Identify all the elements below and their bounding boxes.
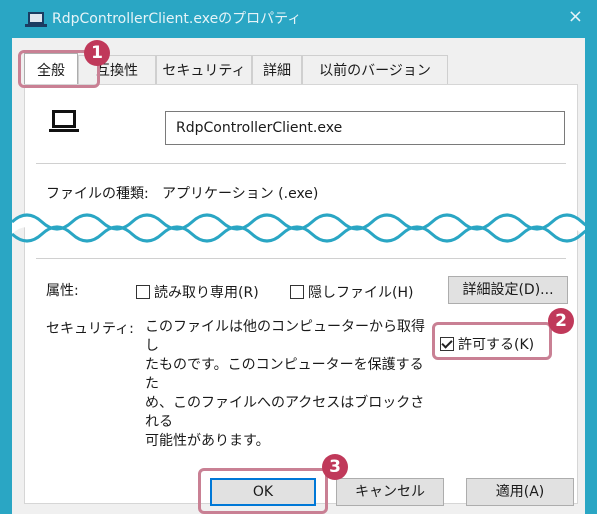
security-label: セキュリティ: <box>46 321 134 337</box>
window-frame-left <box>0 38 12 514</box>
tab-previous-versions[interactable]: 以前のバージョン <box>302 55 448 85</box>
callout-highlight-ok <box>198 468 328 514</box>
window-frame-right <box>585 38 597 514</box>
callout-badge-2: 2 <box>548 308 574 334</box>
filename-field[interactable]: RdpControllerClient.exe <box>165 111 565 145</box>
security-line: たものです。このコンピューターを保護するた <box>145 357 424 392</box>
security-warning: このファイルは他のコンピューターから取得し たものです。このコンピューターを保護… <box>145 318 431 451</box>
close-icon[interactable]: × <box>568 6 583 27</box>
security-line: このファイルは他のコンピューターから取得し <box>145 319 425 354</box>
divider <box>36 163 566 164</box>
window-title: RdpControllerClient.exeのプロパティ <box>52 11 302 27</box>
checkbox-box[interactable] <box>290 285 304 299</box>
callout-highlight-unblock <box>432 322 552 360</box>
divider <box>36 258 566 259</box>
title-bar: RdpControllerClient.exeのプロパティ × <box>0 0 597 38</box>
computer-icon <box>49 110 79 132</box>
computer-icon <box>25 12 47 27</box>
file-type-value: アプリケーション (.exe) <box>162 186 319 202</box>
advanced-button[interactable]: 詳細設定(D)... <box>448 276 568 304</box>
readonly-checkbox[interactable]: 読み取り専用(R) <box>136 282 259 302</box>
omission-wave <box>12 213 585 243</box>
tab-security[interactable]: セキュリティ <box>156 55 252 85</box>
attributes-label: 属性: <box>46 283 79 299</box>
hidden-label: 隠しファイル(H) <box>308 285 414 301</box>
cancel-button[interactable]: キャンセル <box>336 478 444 506</box>
checkbox-box[interactable] <box>136 285 150 299</box>
callout-badge-3: 3 <box>322 454 348 480</box>
security-line: め、このファイルへのアクセスはブロックされる <box>145 395 425 430</box>
callout-badge-1: 1 <box>84 40 110 66</box>
hidden-checkbox[interactable]: 隠しファイル(H) <box>290 282 413 302</box>
apply-button[interactable]: 適用(A) <box>466 478 574 506</box>
file-type-label: ファイルの種類: <box>46 186 149 202</box>
security-line: 可能性があります。 <box>145 433 270 449</box>
readonly-label: 読み取り専用(R) <box>154 285 259 301</box>
tab-details[interactable]: 詳細 <box>252 55 302 85</box>
